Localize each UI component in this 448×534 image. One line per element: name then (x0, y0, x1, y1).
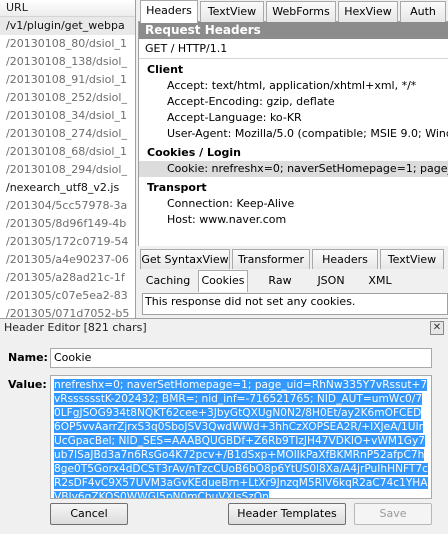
url-rows: /v1/plugin/get_webpa/20130108_80/dsiol_1… (0, 17, 135, 318)
tab-transformer[interactable]: Transformer (232, 249, 310, 270)
inspector-panel: Headers TextView WebForms HexView Auth Reque… (138, 0, 448, 318)
url-list-item[interactable]: /20130108_274/dsiol_ (0, 125, 135, 143)
url-list-item[interactable]: /20130108_68/dsiol_1 (0, 143, 135, 161)
url-list-item[interactable]: /20130108_91/dsiol_1 (0, 71, 135, 89)
url-list-item[interactable]: /20130108_80/dsiol_1 (0, 35, 135, 53)
selected-value-text: nrefreshx=0; naverSetHomepage=1; page_ui… (54, 379, 428, 498)
header-editor-dialog: Header Editor [821 chars] ✕ Name: Cookie… (0, 318, 448, 534)
tab-auth[interactable]: Auth (400, 1, 446, 22)
close-icon[interactable]: ✕ (430, 321, 444, 335)
tab-xml[interactable]: XML (360, 271, 400, 292)
header-item[interactable]: Cookie: nrefreshx=0; naverSetHomepage=1;… (139, 161, 448, 177)
header-item[interactable]: Connection: Keep-Alive (139, 196, 448, 212)
save-button[interactable]: Save (354, 503, 432, 525)
request-headers-title: Request Headers (139, 22, 448, 39)
value-label: Value: (8, 378, 47, 391)
url-list-item[interactable]: /201305/a28ad21c-1f (0, 269, 135, 287)
url-list-item[interactable]: /20130108_294/dsiol_ (0, 161, 135, 179)
url-list-item[interactable]: /201305/8d96f149-4b (0, 215, 135, 233)
header-group-title[interactable]: Client (139, 61, 448, 78)
header-groups: Client Accept: text/html, application/xht… (139, 61, 448, 228)
response-inspector-subtabs: Caching Cookies Raw JSON XML (138, 269, 448, 292)
header-group-title[interactable]: Cookies / Login (139, 144, 448, 161)
tab-cookies[interactable]: Cookies (198, 270, 248, 292)
header-name-input[interactable]: Cookie (50, 348, 432, 368)
header-group-title[interactable]: Transport (139, 179, 448, 196)
response-message: This response did not set any cookies. (142, 293, 448, 315)
url-list-item[interactable]: /v1/plugin/get_webpa (0, 17, 135, 35)
url-list-item[interactable]: /20130108_252/dsiol_ (0, 89, 135, 107)
header-value-textarea[interactable]: nrefreshx=0; naverSetHomepage=1; page_ui… (50, 375, 432, 499)
request-line: GET / HTTP/1.1 (139, 39, 448, 59)
header-item[interactable]: Host: www.naver.com (139, 212, 448, 228)
header-templates-button[interactable]: Header Templates (228, 503, 346, 525)
header-item[interactable]: Accept: text/html, application/xhtml+xml… (139, 78, 448, 94)
tab-webforms[interactable]: WebForms (266, 1, 336, 22)
url-list-item[interactable]: /201305/172c0719-54 (0, 233, 135, 251)
tab-textview[interactable]: TextView (380, 249, 444, 270)
cancel-button[interactable]: Cancel (50, 503, 128, 525)
url-list-item[interactable]: /201305/c07e5ea2-83 (0, 287, 135, 305)
url-list-item[interactable]: /201305/071d7052-b5 (0, 305, 135, 318)
tab-get-syntaxview[interactable]: Get SyntaxView (140, 249, 230, 270)
session-url-list: URL /v1/plugin/get_webpa/20130108_80/dsi… (0, 0, 136, 318)
request-headers-pane: Request Headers GET / HTTP/1.1 Client Acc… (138, 22, 448, 246)
name-label: Name: (8, 351, 48, 364)
url-list-item[interactable]: /nexearch_utf8_v2.js (0, 179, 135, 197)
request-inspector-tabs: Headers TextView WebForms HexView Auth (138, 0, 448, 23)
url-column-header[interactable]: URL (0, 0, 135, 17)
dialog-title: Header Editor [821 chars] (0, 319, 448, 337)
header-item[interactable]: Accept-Encoding: gzip, deflate (139, 94, 448, 110)
url-list-item[interactable]: /201305/a4e90237-06 (0, 251, 135, 269)
tab-hexview[interactable]: HexView (338, 1, 398, 22)
tab-headers[interactable]: Headers (312, 249, 378, 270)
header-item[interactable]: Accept-Language: ko-KR (139, 110, 448, 126)
tab-raw[interactable]: Raw (258, 271, 302, 292)
response-inspector-tabs: Get SyntaxView Transformer Headers TextView (138, 248, 448, 270)
tab-textview[interactable]: TextView (200, 1, 264, 22)
url-list-item[interactable]: /20130108_34/dsiol_1 (0, 107, 135, 125)
url-list-item[interactable]: /201304/5cc57978-3a (0, 197, 135, 215)
tab-headers[interactable]: Headers (140, 0, 198, 23)
header-item[interactable]: User-Agent: Mozilla/5.0 (compatible; MSI… (139, 126, 448, 142)
tab-json[interactable]: JSON (308, 271, 354, 292)
tab-caching[interactable]: Caching (140, 271, 196, 292)
url-list-item[interactable]: /20130108_138/dsiol_ (0, 53, 135, 71)
